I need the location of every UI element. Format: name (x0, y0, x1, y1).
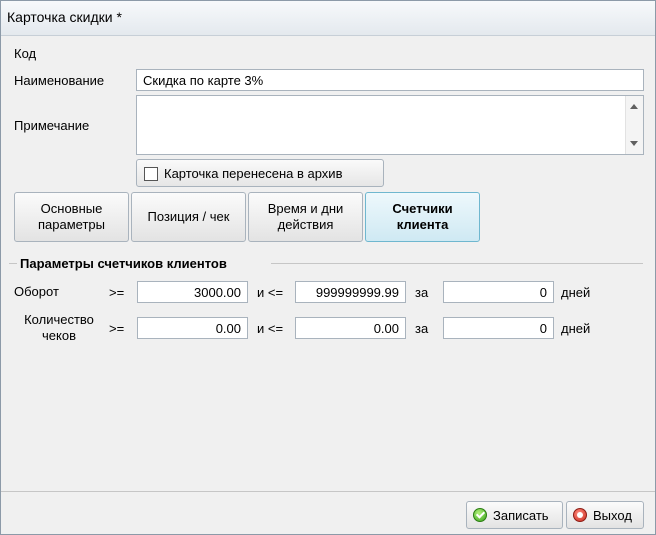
check-count-label: Количество чеков (24, 312, 94, 343)
code-label: Код (14, 46, 37, 61)
tab-position-check[interactable]: Позиция / чек (131, 192, 246, 242)
tab-time-days-label: Время и дни действия (267, 201, 344, 232)
name-input[interactable]: Скидка по карте 3% (136, 69, 644, 91)
check-count-op-lte: и <= (257, 321, 284, 336)
turnover-op-gte: >= (109, 285, 125, 300)
check-count-days-input[interactable]: 0 (443, 317, 554, 339)
scroll-up-icon[interactable] (630, 104, 638, 109)
check-count-from-input[interactable]: 0.00 (137, 317, 248, 339)
check-count-days-label: дней (561, 321, 591, 336)
tab-client-counters-label: Счетчики клиента (392, 201, 453, 232)
turnover-days-label: дней (561, 285, 591, 300)
turnover-from-input[interactable]: 3000.00 (137, 281, 248, 303)
turnover-days-input[interactable]: 0 (443, 281, 554, 303)
tab-time-days[interactable]: Время и дни действия (248, 192, 363, 242)
turnover-za-label: за (415, 285, 429, 300)
check-count-to-input[interactable]: 0.00 (295, 317, 406, 339)
section-divider-left (9, 263, 17, 264)
check-count-op-gte: >= (109, 321, 125, 336)
archive-checkbox[interactable] (144, 167, 158, 181)
archive-checkbox-button[interactable]: Карточка перенесена в архив (136, 159, 384, 187)
checkmark-icon (473, 508, 487, 522)
save-button-label: Записать (493, 507, 549, 523)
name-label: Наименование (14, 73, 105, 88)
note-label: Примечание (14, 118, 90, 133)
section-title: Параметры счетчиков клиентов (20, 256, 227, 271)
scroll-down-icon[interactable] (630, 141, 638, 146)
title-bar: Карточка скидки * (1, 1, 655, 36)
section-divider-right (271, 263, 643, 264)
turnover-op-lte: и <= (257, 285, 284, 300)
note-textarea[interactable] (136, 95, 644, 155)
note-scrollbar[interactable] (625, 96, 643, 154)
turnover-label: Оборот (14, 284, 59, 299)
footer-divider (1, 491, 655, 492)
tab-client-counters[interactable]: Счетчики клиента (365, 192, 480, 242)
exit-button-label: Выход (593, 507, 632, 523)
save-button[interactable]: Записать (466, 501, 563, 529)
exit-icon (573, 508, 587, 522)
archive-checkbox-label: Карточка перенесена в архив (164, 166, 343, 181)
turnover-to-input[interactable]: 999999999.99 (295, 281, 406, 303)
discount-card-window: Карточка скидки * Код Наименование Скидк… (0, 0, 656, 535)
tab-position-check-label: Позиция / чек (147, 209, 230, 224)
tab-main-params-label: Основные параметры (38, 201, 105, 232)
exit-button[interactable]: Выход (566, 501, 644, 529)
window-title: Карточка скидки * (7, 9, 122, 25)
check-count-za-label: за (415, 321, 429, 336)
tab-main-params[interactable]: Основные параметры (14, 192, 129, 242)
